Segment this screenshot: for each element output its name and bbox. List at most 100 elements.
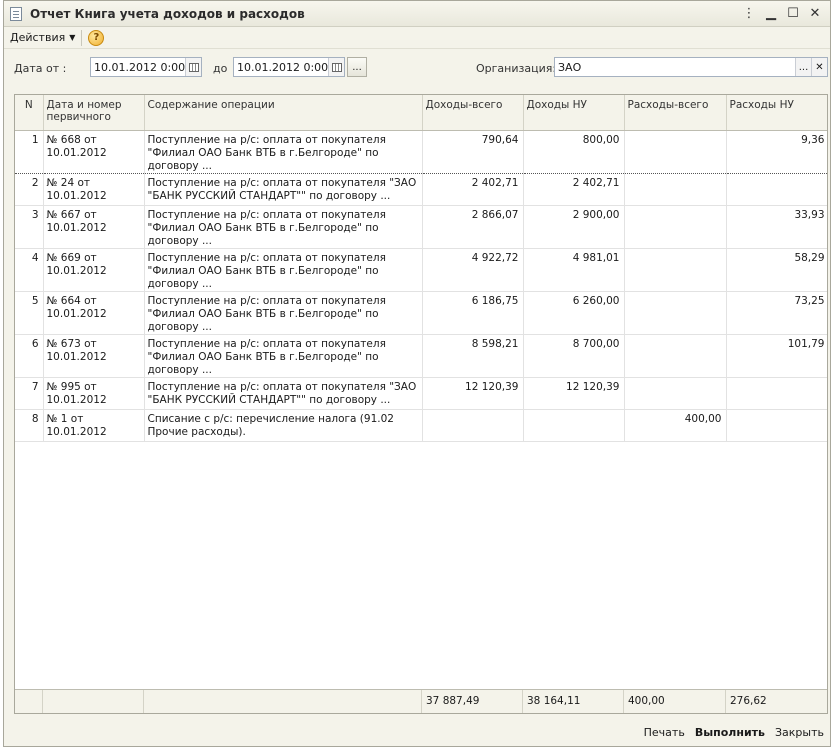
total-expense-total: 400,00 [624,690,726,713]
column-header-expense-total[interactable]: Расходы-всего [624,95,727,131]
actions-label: Действия [10,31,66,44]
cell-income-total: 12 120,39 [422,377,524,410]
report-table[interactable]: N Дата и номер первичного Содержание опе… [14,94,828,714]
calendar-icon[interactable] [328,58,344,76]
date-from-input[interactable]: 10.01.2012 0:00:00 [90,57,202,77]
actions-menu-button[interactable]: Действия ▼ [10,31,75,44]
table-row[interactable]: 4 № 669 от 10.01.2012 Поступление на р/с… [15,248,827,292]
cell-content: Поступление на р/с: оплата от покупателя… [144,205,423,249]
cell-expense-nu: 9,36 [726,129,827,174]
close-button[interactable]: Закрыть [775,726,824,739]
cell-n: 2 [15,173,44,206]
cell-doc: № 664 от 10.01.2012 [43,291,145,335]
date-to-input[interactable]: 10.01.2012 0:00:00 [233,57,345,77]
toolbar: Действия ▼ ? [4,27,830,49]
cell-income-nu: 8 700,00 [523,334,625,378]
cell-doc: № 669 от 10.01.2012 [43,248,145,292]
cell-content: Поступление на р/с: оплата от покупателя… [144,173,423,206]
table-row[interactable]: 8 № 1 от 10.01.2012 Списание с р/с: пере… [15,409,827,442]
cell-content: Списание с р/с: перечисление налога (91.… [144,409,423,442]
totals-cell-empty [43,690,144,713]
cell-expense-total [624,129,727,174]
calendar-icon[interactable] [185,58,201,76]
date-from-label: Дата от : [14,62,67,75]
cell-expense-nu: 73,25 [726,291,827,335]
cell-expense-nu: 33,93 [726,205,827,249]
cell-expense-nu [726,173,827,206]
help-icon[interactable]: ? [88,29,105,46]
organization-input[interactable]: ЗАО ... ✕ [554,57,828,77]
column-header-doc[interactable]: Дата и номер первичного [43,95,145,131]
cell-income-nu: 2 402,71 [523,173,625,206]
window-title: Отчет Книга учета доходов и расходов [30,6,305,21]
cell-doc: № 995 от 10.01.2012 [43,377,145,410]
cell-expense-total [624,205,727,249]
cell-n: 8 [15,409,44,442]
table-header-row: N Дата и номер первичного Содержание опе… [15,95,827,131]
date-to-value: 10.01.2012 0:00:00 [237,60,328,74]
cell-expense-nu [726,377,827,410]
cell-content: Поступление на р/с: оплата от покупателя… [144,248,423,292]
report-window: Отчет Книга учета доходов и расходов ⋮ ▁… [3,0,831,747]
cell-income-nu: 12 120,39 [523,377,625,410]
organization-value: ЗАО [558,60,582,74]
cell-content: Поступление на р/с: оплата от покупателя… [144,129,423,174]
column-header-n[interactable]: N [15,95,44,131]
cell-doc: № 668 от 10.01.2012 [43,129,145,174]
cell-n: 3 [15,205,44,249]
column-header-content[interactable]: Содержание операции [144,95,423,131]
cell-doc: № 1 от 10.01.2012 [43,409,145,442]
cell-income-nu: 6 260,00 [523,291,625,335]
table-row[interactable]: 3 № 667 от 10.01.2012 Поступление на р/с… [15,205,827,249]
cell-income-total [422,409,524,442]
organization-clear-button[interactable]: ✕ [811,58,827,76]
date-from-value: 10.01.2012 0:00:00 [94,60,185,74]
menu-arrow-icon[interactable]: ⋮ [740,5,758,23]
cell-content: Поступление на р/с: оплата от покупателя… [144,377,423,410]
print-button[interactable]: Печать [644,726,685,739]
cell-income-nu [523,409,625,442]
filter-panel: Дата от : 10.01.2012 0:00:00 до 10.01.20… [4,55,830,83]
total-expense-nu: 276,62 [726,690,827,713]
column-header-expense-nu[interactable]: Расходы НУ [726,95,827,131]
toolbar-divider [81,29,83,46]
cell-income-total: 2 866,07 [422,205,524,249]
cell-income-nu: 4 981,01 [523,248,625,292]
cell-income-total: 790,64 [422,129,524,174]
organization-select-button[interactable]: ... [795,58,811,76]
table-row[interactable]: 5 № 664 от 10.01.2012 Поступление на р/с… [15,291,827,335]
column-header-income-nu[interactable]: Доходы НУ [523,95,625,131]
cell-expense-total [624,291,727,335]
cell-expense-total [624,173,727,206]
cell-expense-nu: 58,29 [726,248,827,292]
close-icon[interactable]: ✕ [806,5,824,23]
cell-content: Поступление на р/с: оплата от покупателя… [144,291,423,335]
run-button[interactable]: Выполнить [695,726,765,739]
table-row[interactable]: 2 № 24 от 10.01.2012 Поступление на р/с:… [15,173,827,206]
cell-doc: № 667 от 10.01.2012 [43,205,145,249]
table-row[interactable]: 1 № 668 от 10.01.2012 Поступление на р/с… [15,129,827,174]
bottom-button-bar: Печать Выполнить Закрыть [4,718,830,746]
maximize-icon[interactable]: ☐ [784,5,802,23]
cell-n: 5 [15,291,44,335]
table-row[interactable]: 6 № 673 от 10.01.2012 Поступление на р/с… [15,334,827,378]
total-income-total: 37 887,49 [422,690,523,713]
date-to-label: до [213,62,228,75]
cell-doc: № 673 от 10.01.2012 [43,334,145,378]
cell-n: 6 [15,334,44,378]
cell-income-total: 4 922,72 [422,248,524,292]
cell-income-total: 2 402,71 [422,173,524,206]
period-select-button[interactable]: ... [347,57,367,77]
organization-label: Организация: [476,62,557,75]
cell-expense-total [624,377,727,410]
minimize-icon[interactable]: ▁ [762,5,780,23]
cell-income-nu: 2 900,00 [523,205,625,249]
report-icon [10,6,22,21]
cell-expense-total: 400,00 [624,409,727,442]
cell-income-total: 8 598,21 [422,334,524,378]
totals-cell-empty [15,690,43,713]
column-header-income-total[interactable]: Доходы-всего [422,95,524,131]
total-income-nu: 38 164,11 [523,690,624,713]
cell-income-total: 6 186,75 [422,291,524,335]
table-row[interactable]: 7 № 995 от 10.01.2012 Поступление на р/с… [15,377,827,410]
